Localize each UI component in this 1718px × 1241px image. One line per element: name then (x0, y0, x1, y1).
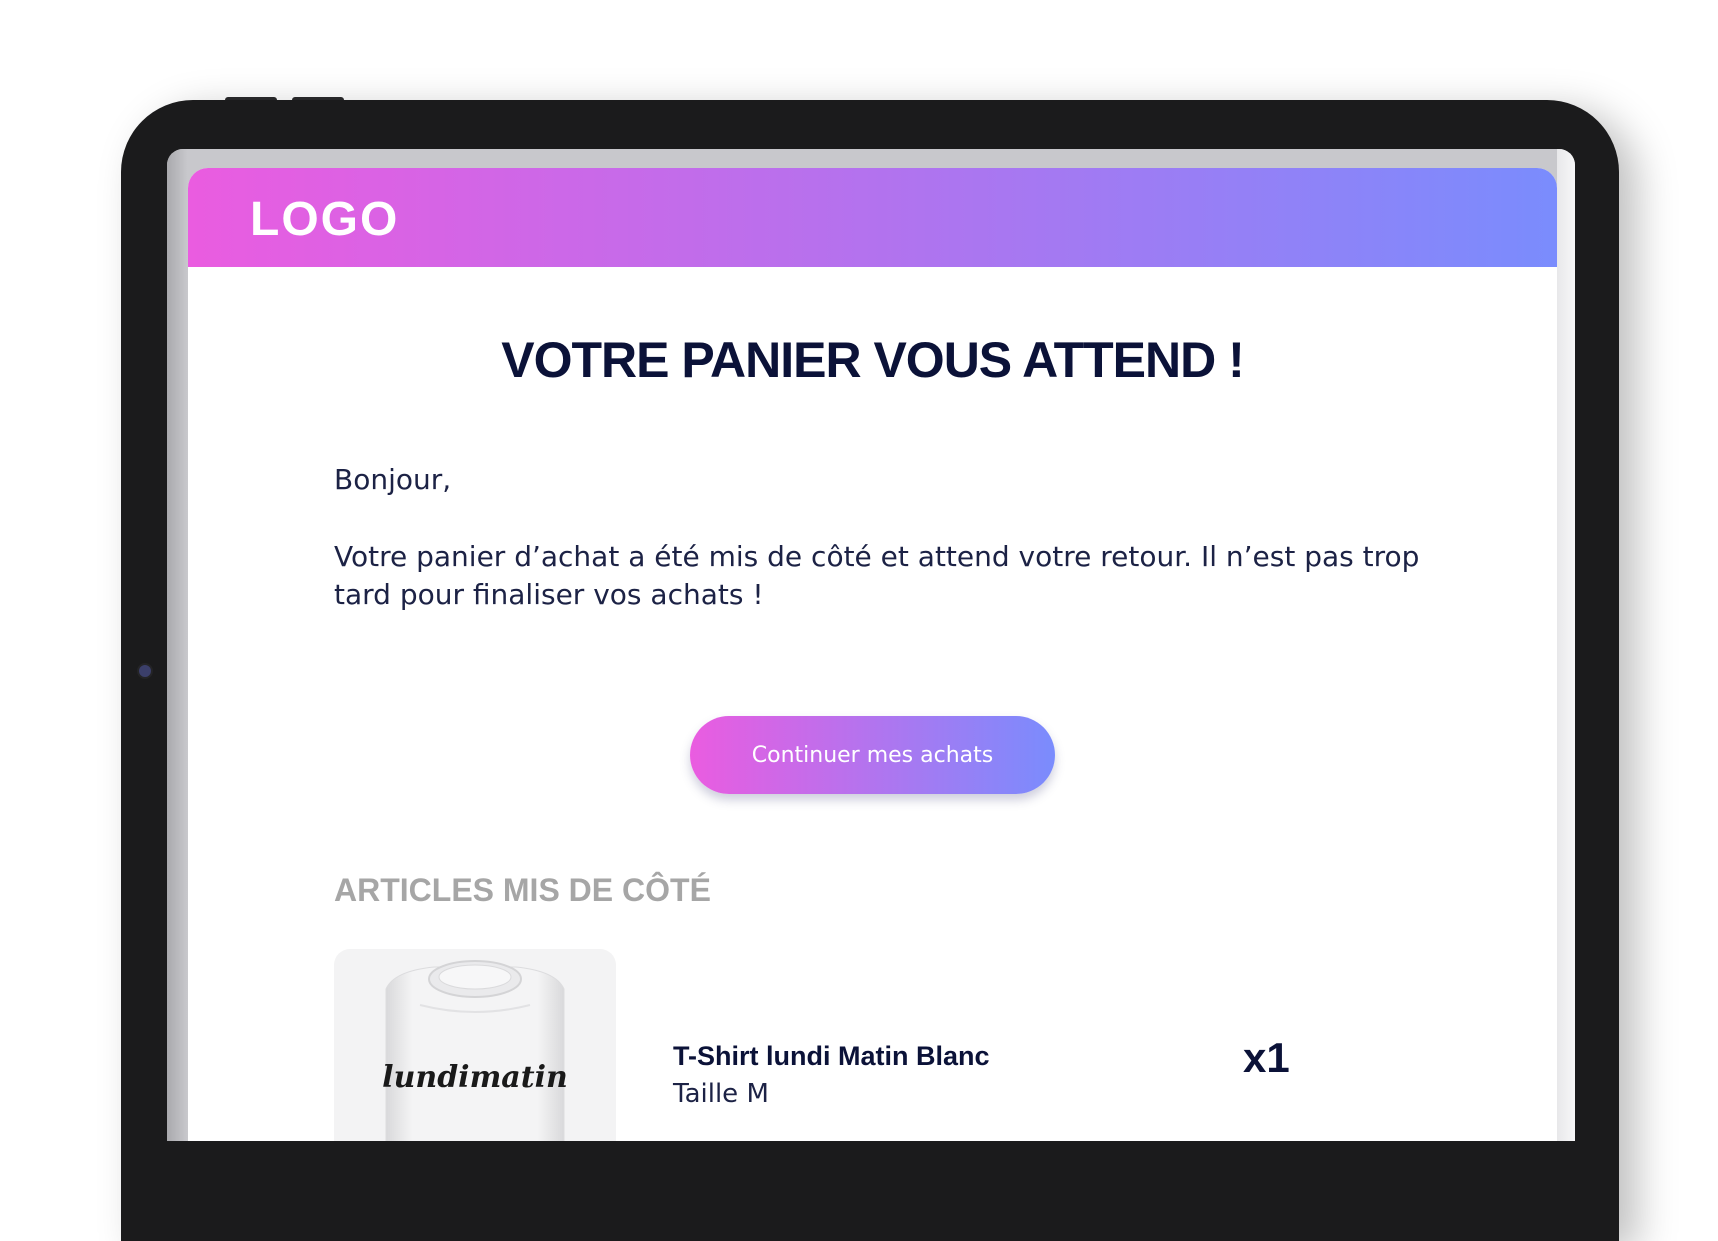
product-image[interactable]: lundimatin (334, 949, 616, 1141)
tshirt-image-icon: lundimatin (382, 960, 568, 1141)
camera-icon (139, 665, 151, 677)
screen-edge (167, 149, 188, 1141)
email-body: LOGO VOTRE PANIER VOUS ATTEND ! Bonjour,… (188, 168, 1557, 1141)
product-size: Taille M (673, 1079, 769, 1109)
logo[interactable]: LOGO (250, 192, 399, 247)
tshirt-print: lundimatin (382, 1060, 568, 1095)
product-name[interactable]: T-Shirt lundi Matin Blanc (673, 1041, 990, 1072)
message-text: Votre panier d’achat a été mis de côté e… (334, 540, 1420, 611)
email-title: VOTRE PANIER VOUS ATTEND ! (501, 332, 1245, 388)
continue-shopping-button[interactable]: Continuer mes achats (690, 716, 1055, 794)
product-quantity: x1 (1243, 1034, 1290, 1081)
greeting-text: Bonjour, (334, 463, 452, 496)
email-header: LOGO (188, 168, 1557, 267)
tablet-screen: LOGO VOTRE PANIER VOUS ATTEND ! Bonjour,… (167, 149, 1575, 1141)
saved-items-heading: ARTICLES MIS DE CÔTÉ (334, 872, 711, 908)
screen-edge (1557, 149, 1575, 1141)
